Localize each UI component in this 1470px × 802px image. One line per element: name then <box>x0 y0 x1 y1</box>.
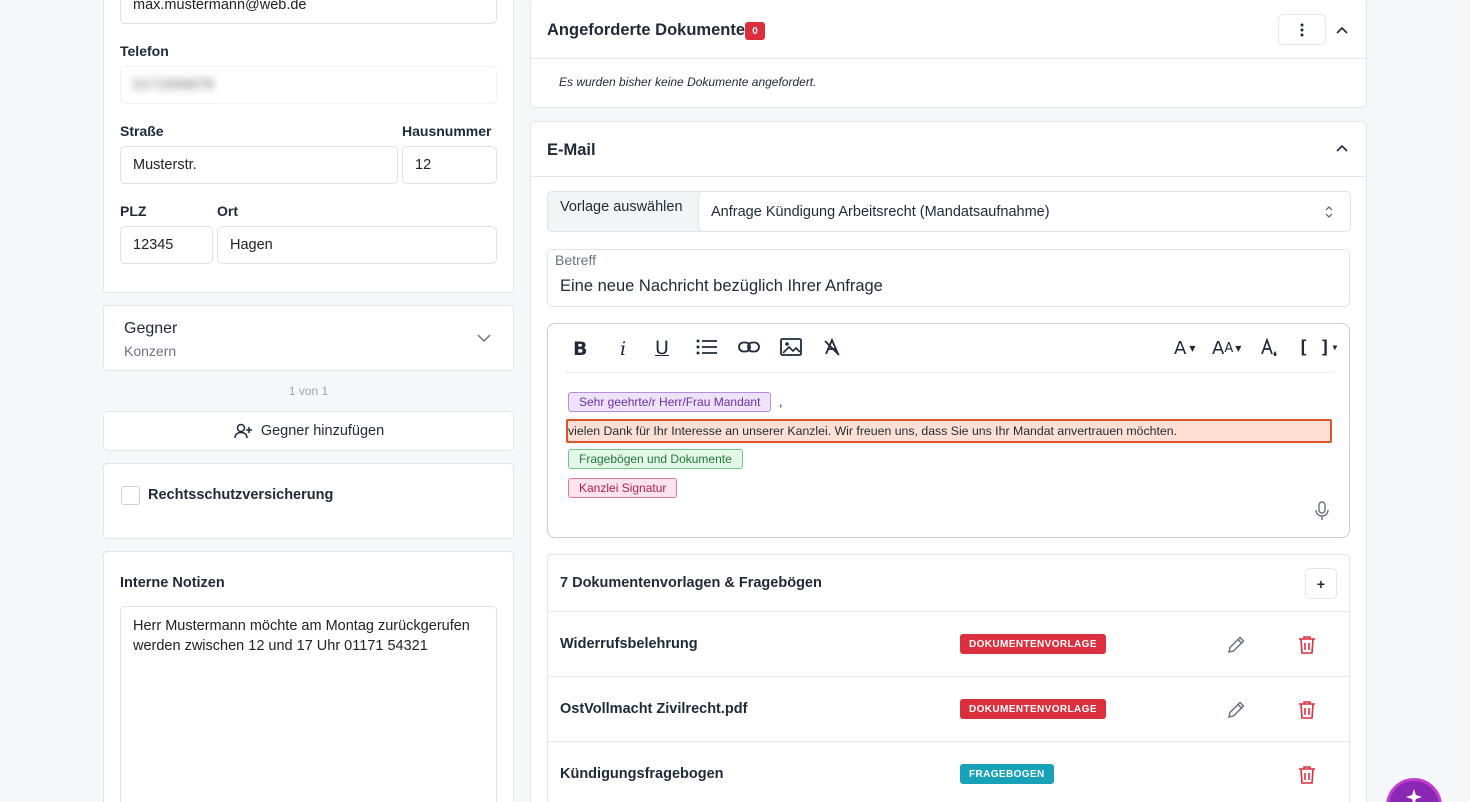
template-type-badge: DOKUMENTENVORLAGE <box>960 699 1106 719</box>
body-line-text: vielen Dank für Ihr Interesse an unserer… <box>568 424 1178 438</box>
italic-icon[interactable]: i <box>620 338 626 360</box>
select-arrows-icon <box>1324 204 1334 220</box>
gegner-pagination: 1 von 1 <box>288 384 329 398</box>
chevron-down-icon[interactable] <box>476 330 492 346</box>
template-type-badge: DOKUMENTENVORLAGE <box>960 634 1106 654</box>
documents-title: Angeforderte Dokumente <box>547 21 746 39</box>
trash-icon[interactable] <box>1298 700 1316 720</box>
ort-field[interactable]: Hagen <box>217 226 497 264</box>
telefon-label: Telefon <box>120 43 169 59</box>
microphone-icon[interactable] <box>1314 501 1330 521</box>
hausnummer-field[interactable]: 12 <box>402 146 497 184</box>
notizen-card: Interne Notizen Herr Mustermann möchte a… <box>103 551 514 802</box>
strasse-label: Straße <box>120 123 164 139</box>
vorlage-select[interactable]: Anfrage Kündigung Arbeitsrecht (Mandatsa… <box>698 191 1351 232</box>
greeting-placeholder-chip[interactable]: Sehr geehrte/r Herr/Frau Mandant <box>568 392 772 412</box>
link-icon[interactable] <box>738 338 760 356</box>
rechtsschutz-label: Rechtsschutzversicherung <box>148 487 334 503</box>
font-size-icon[interactable]: A A ▼ <box>1212 338 1241 359</box>
editor-toolbar-divider <box>564 372 1334 373</box>
trash-icon[interactable] <box>1298 635 1316 655</box>
underline-icon[interactable]: U <box>655 337 669 359</box>
rechtsschutz-checkbox[interactable] <box>121 486 140 505</box>
row-divider <box>548 741 1349 742</box>
notizen-textarea[interactable]: Herr Mustermann möchte am Montag zurückg… <box>120 606 497 802</box>
gegner-card[interactable]: Gegner Konzern <box>103 305 514 371</box>
placeholder-brackets-icon[interactable]: [ ] ▼ <box>1298 337 1337 358</box>
trash-icon[interactable] <box>1298 765 1316 785</box>
vorlage-group: Vorlage auswählen Anfrage Kündigung Arbe… <box>547 191 1351 232</box>
telefon-value: 0171556678 <box>133 77 214 93</box>
rechtsschutz-card: Rechtsschutzversicherung <box>103 463 514 539</box>
vorlage-label: Vorlage auswählen <box>560 199 683 215</box>
list-icon[interactable] <box>696 338 718 356</box>
email-panel-title: E-Mail <box>547 141 596 159</box>
hausnummer-label: Hausnummer <box>402 123 492 139</box>
text-color-icon[interactable] <box>1260 338 1280 360</box>
betreff-field[interactable]: Betreff Eine neue Nachricht bezüglich Ih… <box>547 249 1350 307</box>
documents-count-badge: 0 <box>745 22 765 40</box>
plz-label: PLZ <box>120 203 147 219</box>
add-template-button[interactable]: + <box>1305 568 1337 599</box>
template-row-name[interactable]: OstVollmacht Zivilrecht.pdf <box>560 701 747 717</box>
gegner-subtitle: Konzern <box>124 343 177 359</box>
pencil-icon[interactable] <box>1226 700 1246 720</box>
more-vertical-icon <box>1300 23 1304 37</box>
templates-title: 7 Dokumentenvorlagen & Fragebögen <box>560 575 822 591</box>
email-editor: B i U A ▼ A A ▼ [ ] ▼ Sehr geehrte/r Herr/Fr… <box>547 323 1350 538</box>
documents-panel: Angeforderte Dokumente 0 Es wurden bishe… <box>530 0 1367 108</box>
sparkle-icon <box>1406 789 1422 802</box>
templates-card: 7 Dokumentenvorlagen & Fragebögen + Wide… <box>547 554 1350 802</box>
telefon-field[interactable]: 0171556678 <box>120 66 497 104</box>
vorlage-value: Anfrage Kündigung Arbeitsrecht (Mandatsa… <box>711 203 1050 220</box>
templates-divider <box>548 611 1349 612</box>
documents-divider <box>531 58 1366 59</box>
chevron-up-icon[interactable] <box>1335 141 1349 155</box>
row-divider <box>548 676 1349 677</box>
greeting-comma: , <box>779 394 783 409</box>
docs-placeholder-chip[interactable]: Fragebögen und Dokumente <box>568 449 743 469</box>
bold-icon[interactable]: B <box>573 338 587 360</box>
betreff-value: Eine neue Nachricht bezüglich Ihrer Anfr… <box>560 277 883 295</box>
user-plus-icon <box>233 421 253 441</box>
assistant-fab[interactable] <box>1386 778 1442 802</box>
email-field[interactable]: max.mustermann@web.de <box>120 0 497 24</box>
image-icon[interactable] <box>780 338 802 356</box>
pencil-icon[interactable] <box>1226 635 1246 655</box>
font-family-icon[interactable]: A ▼ <box>1174 338 1195 359</box>
clear-format-icon[interactable] <box>823 338 841 356</box>
betreff-label: Betreff <box>555 252 596 268</box>
template-row-name[interactable]: Kündigungsfragebogen <box>560 766 724 782</box>
gegner-title: Gegner <box>124 320 178 337</box>
template-type-badge: FRAGEBOGEN <box>960 764 1054 784</box>
documents-empty-text: Es wurden bisher keine Dokumente angefor… <box>559 75 817 89</box>
add-gegner-button[interactable]: Gegner hinzufügen <box>103 411 514 451</box>
chevron-up-icon[interactable] <box>1335 23 1349 37</box>
plz-field[interactable]: 12345 <box>120 226 213 264</box>
body-line[interactable]: vielen Dank für Ihr Interesse an unserer… <box>566 419 1332 443</box>
notizen-label: Interne Notizen <box>120 575 225 591</box>
signature-placeholder-chip[interactable]: Kanzlei Signatur <box>568 478 678 498</box>
add-gegner-label: Gegner hinzufügen <box>260 423 385 439</box>
template-row-name[interactable]: Widerrufsbelehrung <box>560 636 698 652</box>
notizen-text: Herr Mustermann möchte am Montag zurückg… <box>133 618 470 654</box>
documents-menu-button[interactable] <box>1278 14 1326 45</box>
ort-label: Ort <box>217 203 238 219</box>
strasse-field[interactable]: Musterstr. <box>120 146 398 184</box>
email-panel-divider <box>531 176 1366 177</box>
